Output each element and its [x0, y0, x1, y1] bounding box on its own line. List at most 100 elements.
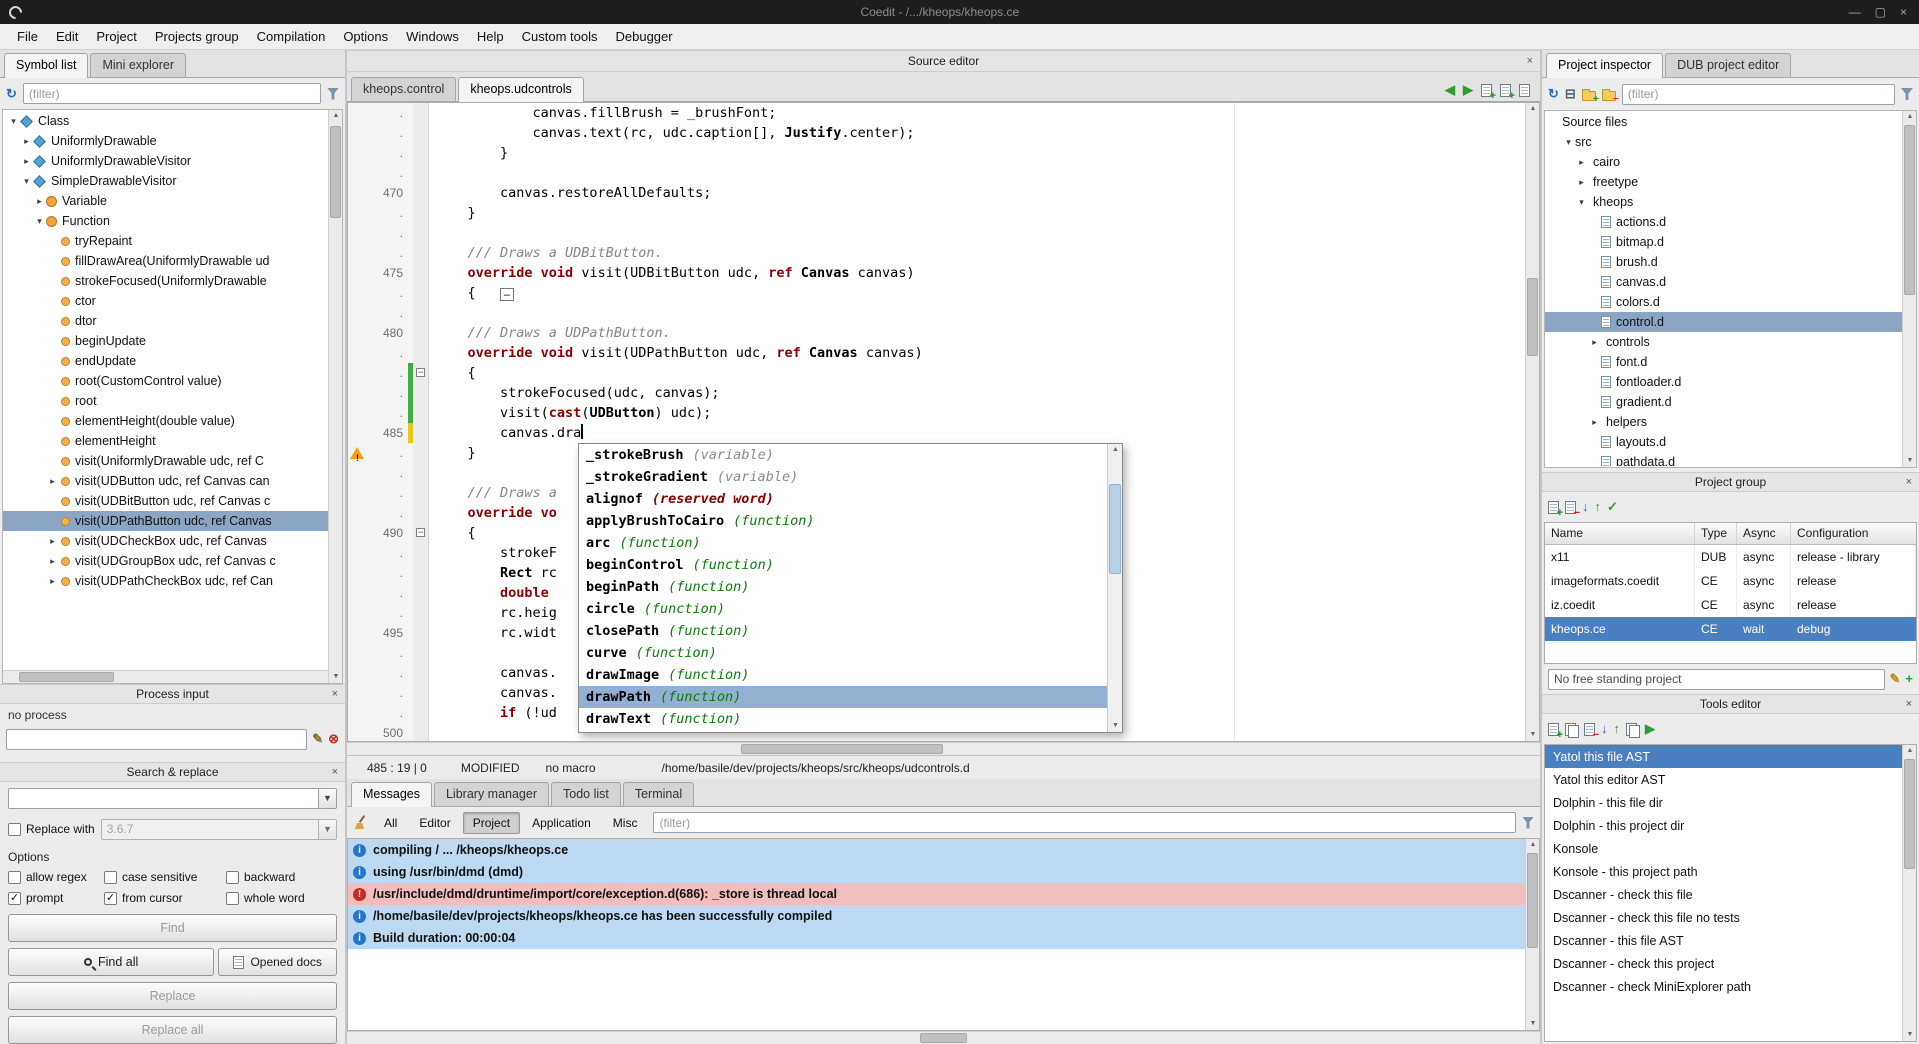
menu-compilation[interactable]: Compilation [248, 26, 335, 47]
move-down-icon[interactable]: ↓ [1582, 500, 1589, 514]
code-line[interactable]: . [348, 303, 1525, 323]
symbol-item-class[interactable]: ▾Class [3, 111, 328, 131]
next-document-icon[interactable]: ▶ [1463, 83, 1473, 97]
symbol-item-endupdate[interactable]: endUpdate [3, 351, 328, 371]
tool-item-dscanner-check-miniexplorer-path[interactable]: Dscanner - check MiniExplorer path [1545, 975, 1916, 998]
async-icon[interactable]: ✓ [1607, 500, 1618, 514]
symbol-item-elementheight[interactable]: elementHeight [3, 431, 328, 451]
chevron-right-icon[interactable]: ▸ [1588, 417, 1601, 428]
symbol-item-visit-udbitbutton-udc-ref-canvas-c[interactable]: visit(UDBitButton udc, ref Canvas c [3, 491, 328, 511]
chevron-down-icon[interactable]: ▾ [20, 176, 33, 187]
option-case-sensitive[interactable]: case sensitive [104, 870, 226, 884]
completion-item-strokebrush[interactable]: _strokeBrush(variable) [579, 444, 1107, 466]
menu-debugger[interactable]: Debugger [607, 26, 682, 47]
add-tool-icon[interactable] [1548, 723, 1559, 736]
message-row[interactable]: !/usr/include/dmd/druntime/import/core/e… [348, 883, 1525, 905]
tool-item-dscanner-check-this-file-no-tests[interactable]: Dscanner - check this file no tests [1545, 906, 1916, 929]
code-line[interactable]: . visit(cast(UDButton) udc); [348, 403, 1525, 423]
symbol-item-filldrawarea-uniformlydrawable-ud[interactable]: fillDrawArea(UniformlyDrawable ud [3, 251, 328, 271]
replace-with-checkbox[interactable]: Replace with [8, 822, 95, 836]
completion-item-applybrushtocairo[interactable]: applyBrushToCairo(function) [579, 510, 1107, 532]
chevron-down-icon[interactable]: ▼ [319, 788, 337, 809]
filter-icon[interactable] [1522, 817, 1534, 829]
project-row-imageformats-coedit[interactable]: imageformats.coeditCEasyncrelease [1545, 569, 1916, 593]
add-free-project-icon[interactable]: + [1905, 672, 1913, 686]
tool-item-konsole-this-project-path[interactable]: Konsole - this project path [1545, 860, 1916, 883]
remove-project-icon[interactable] [1565, 501, 1576, 514]
message-row[interactable]: iBuild duration: 00:00:04 [348, 927, 1525, 949]
symbol-item-uniformlydrawablevisitor[interactable]: ▸UniformlyDrawableVisitor [3, 151, 328, 171]
chevron-down-icon[interactable]: ▾ [1575, 197, 1588, 208]
tab-terminal[interactable]: Terminal [623, 782, 694, 806]
remove-tool-icon[interactable] [1584, 723, 1595, 736]
symbol-item-root[interactable]: root [3, 391, 328, 411]
symbol-item-simpledrawablevisitor[interactable]: ▾SimpleDrawableVisitor [3, 171, 328, 191]
symbol-tree-hscrollbar[interactable] [3, 670, 328, 683]
tab-project-inspector[interactable]: Project inspector [1546, 53, 1663, 78]
editor-tab-kheops-udcontrols[interactable]: kheops.udcontrols [458, 77, 583, 102]
tool-item-yatol-this-editor-ast[interactable]: Yatol this editor AST [1545, 768, 1916, 791]
process-input-field[interactable] [6, 729, 307, 750]
window-minimize-icon[interactable]: — [1849, 5, 1861, 19]
symbol-item-visit-udcheckbox-udc-ref-canvas[interactable]: ▸visit(UDCheckBox udc, ref Canvas [3, 531, 328, 551]
clear-messages-icon[interactable] [353, 815, 368, 830]
completion-item-strokegradient[interactable]: _strokeGradient(variable) [579, 466, 1107, 488]
new-document-icon[interactable] [1481, 84, 1492, 97]
code-editor[interactable]: . canvas.fillBrush = _brushFont;. canvas… [347, 102, 1540, 742]
filter-icon[interactable] [1901, 88, 1913, 100]
option-allow-regex[interactable]: allow regex [8, 870, 104, 884]
code-line[interactable]: .− { [348, 363, 1525, 383]
menu-help[interactable]: Help [468, 26, 513, 47]
window-maximize-icon[interactable]: ▢ [1875, 5, 1886, 19]
symbol-item-beginupdate[interactable]: beginUpdate [3, 331, 328, 351]
search-input[interactable] [8, 788, 319, 809]
symbol-item-visit-udpathcheckbox-udc-ref-can[interactable]: ▸visit(UDPathCheckBox udc, ref Can [3, 571, 328, 591]
completion-item-arc[interactable]: arc(function) [579, 532, 1107, 554]
code-line[interactable]: 475 override void visit(UDBitButton udc,… [348, 263, 1525, 283]
chevron-right-icon[interactable]: ▸ [46, 576, 59, 587]
code-line[interactable]: . } [348, 143, 1525, 163]
run-tool-icon[interactable]: ▶ [1645, 722, 1655, 736]
code-line[interactable]: . { … [348, 283, 1525, 303]
tab-dub-project-editor[interactable]: DUB project editor [1665, 53, 1791, 77]
code-line[interactable]: 470 canvas.restoreAllDefaults; [348, 183, 1525, 203]
option-from-cursor[interactable]: ✓from cursor [104, 891, 226, 905]
completion-item-circle[interactable]: circle(function) [579, 598, 1107, 620]
chevron-right-icon[interactable]: ▸ [46, 536, 59, 547]
menu-project[interactable]: Project [87, 26, 145, 47]
project-row-x11[interactable]: x11DUBasyncrelease - library [1545, 545, 1916, 569]
file-item-layouts-d[interactable]: layouts.d [1545, 432, 1902, 452]
completion-item-drawtext[interactable]: drawText(function) [579, 708, 1107, 730]
close-icon[interactable]: × [1906, 476, 1912, 488]
tab-mini-explorer[interactable]: Mini explorer [90, 53, 186, 77]
symbol-item-variable[interactable]: ▸Variable [3, 191, 328, 211]
free-standing-project-field[interactable] [1548, 669, 1885, 690]
messages-hscrollbar[interactable] [347, 1031, 1540, 1044]
edit-project-icon[interactable]: ✎ [1890, 672, 1901, 686]
tab-library-manager[interactable]: Library manager [434, 782, 549, 806]
file-item-pathdata-d[interactable]: pathdata.d [1545, 452, 1902, 466]
option-backward[interactable]: backward [226, 870, 337, 884]
close-icon[interactable]: × [332, 688, 338, 700]
column-header-async[interactable]: Async [1737, 523, 1791, 544]
file-item-helpers[interactable]: ▸helpers [1545, 412, 1902, 432]
menu-options[interactable]: Options [334, 26, 397, 47]
file-item-cairo[interactable]: ▸cairo [1545, 152, 1902, 172]
menu-windows[interactable]: Windows [397, 26, 468, 47]
symbol-item-visit-udgroupbox-udc-ref-canvas-c[interactable]: ▸visit(UDGroupBox udc, ref Canvas c [3, 551, 328, 571]
completion-item-drawpath[interactable]: drawPath(function) [579, 686, 1107, 708]
replace-button[interactable]: Replace [8, 982, 337, 1010]
symbol-item-elementheight-double-value[interactable]: elementHeight(double value) [3, 411, 328, 431]
opened-docs-button[interactable]: Opened docs [218, 948, 337, 976]
close-icon[interactable]: × [332, 766, 338, 778]
completion-item-beginpath[interactable]: beginPath(function) [579, 576, 1107, 598]
find-button[interactable]: Find [8, 914, 337, 942]
menu-projects-group[interactable]: Projects group [146, 26, 248, 47]
chevron-right-icon[interactable]: ▸ [46, 556, 59, 567]
file-item-src[interactable]: ▾src [1545, 132, 1902, 152]
filter-application-button[interactable]: Application [522, 812, 601, 834]
fold-collapse-icon[interactable]: − [416, 368, 425, 377]
menu-custom-tools[interactable]: Custom tools [513, 26, 607, 47]
code-line[interactable]: . [348, 163, 1525, 183]
chevron-down-icon[interactable]: ▾ [1562, 137, 1575, 148]
